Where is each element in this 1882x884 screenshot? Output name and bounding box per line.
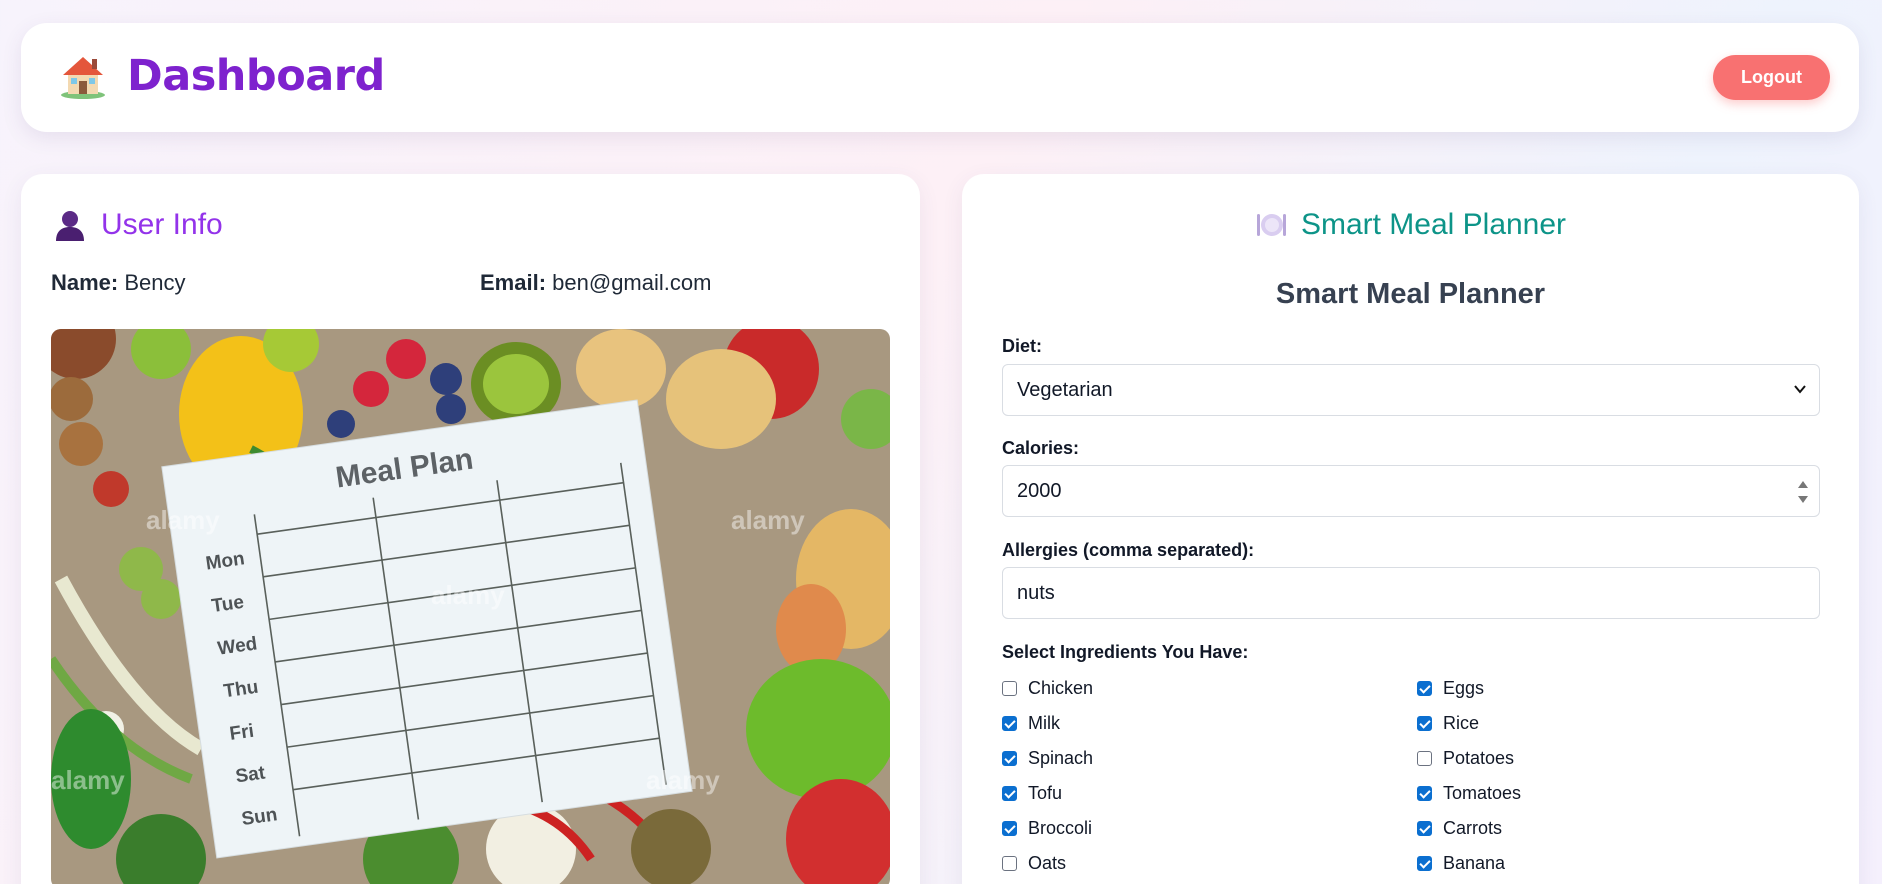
day-label: Tue bbox=[210, 592, 245, 617]
name-value: Bency bbox=[124, 270, 186, 295]
ingredient-item[interactable]: Chicken bbox=[1002, 678, 1093, 699]
email-label: Email: bbox=[480, 270, 547, 295]
email-value: ben@gmail.com bbox=[552, 270, 712, 295]
ingredient-item[interactable]: Potatoes bbox=[1417, 748, 1514, 769]
ingredient-label: Spinach bbox=[1028, 748, 1094, 768]
name-label: Name: bbox=[51, 270, 119, 295]
page-title: Dashboard bbox=[127, 51, 385, 101]
ingredient-checkbox[interactable] bbox=[1417, 786, 1432, 801]
ingredient-item[interactable]: Spinach bbox=[1002, 748, 1093, 769]
ingredient-item[interactable]: Broccoli bbox=[1002, 818, 1092, 839]
watermark: alamy bbox=[646, 765, 720, 795]
watermark: alamy bbox=[431, 580, 505, 610]
ingredient-checkbox[interactable] bbox=[1002, 786, 1017, 801]
top-header: Dashboard Logout bbox=[21, 23, 1859, 132]
ingredient-item[interactable]: Oats bbox=[1002, 853, 1066, 874]
house-icon bbox=[61, 57, 105, 99]
ingredient-checkbox[interactable] bbox=[1417, 681, 1432, 696]
ingredient-label: Banana bbox=[1443, 853, 1506, 873]
ingredient-checkbox[interactable] bbox=[1002, 681, 1017, 696]
logout-button[interactable]: Logout bbox=[1713, 55, 1830, 100]
ingredient-item[interactable]: Banana bbox=[1417, 853, 1505, 874]
day-label: Fri bbox=[228, 721, 255, 745]
ingredients-label: Select Ingredients You Have: bbox=[1002, 642, 1249, 662]
ingredient-checkbox[interactable] bbox=[1002, 821, 1017, 836]
ingredient-item[interactable]: Tofu bbox=[1002, 783, 1062, 804]
diet-label: Diet: bbox=[1002, 336, 1042, 356]
ingredient-label: Eggs bbox=[1443, 678, 1485, 698]
calories-value: 2000 bbox=[1017, 479, 1062, 502]
user-name: Name: Bency bbox=[51, 270, 186, 296]
allergies-value: nuts bbox=[1017, 581, 1055, 604]
ingredient-label: Tofu bbox=[1028, 783, 1063, 803]
plate-icon bbox=[1256, 214, 1286, 236]
planner-heading: Smart Meal Planner bbox=[962, 208, 1859, 242]
ingredient-checkbox[interactable] bbox=[1417, 751, 1432, 766]
ingredient-item[interactable]: Carrots bbox=[1417, 818, 1502, 839]
ingredient-item[interactable]: Eggs bbox=[1417, 678, 1484, 699]
allergies-input[interactable]: nuts bbox=[1002, 567, 1820, 619]
calories-label: Calories: bbox=[1002, 438, 1080, 458]
user-info-heading: User Info bbox=[55, 208, 223, 242]
planner-title: Smart Meal Planner bbox=[1300, 208, 1567, 241]
meal-plan-image: Meal Plan Mon Tue Wed Thu Fri Sat Sun al… bbox=[51, 329, 890, 884]
ingredient-label: Potatoes bbox=[1443, 748, 1515, 768]
ingredient-label: Carrots bbox=[1443, 818, 1503, 838]
watermark: alamy bbox=[146, 505, 220, 535]
planner-subtitle: Smart Meal Planner bbox=[1275, 278, 1546, 310]
ingredient-checkbox[interactable] bbox=[1417, 856, 1432, 871]
brand: Dashboard bbox=[59, 51, 385, 101]
ingredient-item[interactable]: Milk bbox=[1002, 713, 1060, 734]
user-info-title: User Info bbox=[101, 208, 223, 241]
chevron-down-icon bbox=[1794, 385, 1806, 394]
ingredient-label: Chicken bbox=[1028, 678, 1094, 698]
watermark: alamy bbox=[731, 505, 805, 535]
ingredient-label: Rice bbox=[1443, 713, 1480, 733]
ingredient-checkbox[interactable] bbox=[1002, 856, 1017, 871]
ingredient-label: Milk bbox=[1028, 713, 1060, 733]
stepper-icon[interactable] bbox=[1797, 478, 1809, 506]
user-email: Email: ben@gmail.com bbox=[480, 270, 711, 296]
day-label: Sat bbox=[234, 762, 267, 787]
ingredient-label: Broccoli bbox=[1028, 818, 1093, 838]
ingredient-label: Oats bbox=[1028, 853, 1067, 873]
ingredient-checkbox[interactable] bbox=[1417, 716, 1432, 731]
ingredient-checkbox[interactable] bbox=[1002, 751, 1017, 766]
watermark: alamy bbox=[51, 765, 125, 795]
diet-value: Vegetarian bbox=[1017, 378, 1113, 401]
user-info-card: User Info Name: Bency Email: ben@gmail.c… bbox=[21, 174, 920, 884]
ingredient-checkbox[interactable] bbox=[1417, 821, 1432, 836]
calories-input[interactable]: 2000 bbox=[1002, 465, 1820, 517]
ingredient-label: Tomatoes bbox=[1443, 783, 1522, 803]
diet-select[interactable]: Vegetarian bbox=[1002, 364, 1820, 416]
ingredient-checkbox[interactable] bbox=[1002, 716, 1017, 731]
ingredient-item[interactable]: Tomatoes bbox=[1417, 783, 1521, 804]
allergies-label: Allergies (comma separated): bbox=[1002, 540, 1255, 560]
ingredient-item[interactable]: Rice bbox=[1417, 713, 1479, 734]
user-icon bbox=[56, 211, 84, 241]
meal-planner-card: Smart Meal Planner Smart Meal Planner Di… bbox=[962, 174, 1859, 884]
